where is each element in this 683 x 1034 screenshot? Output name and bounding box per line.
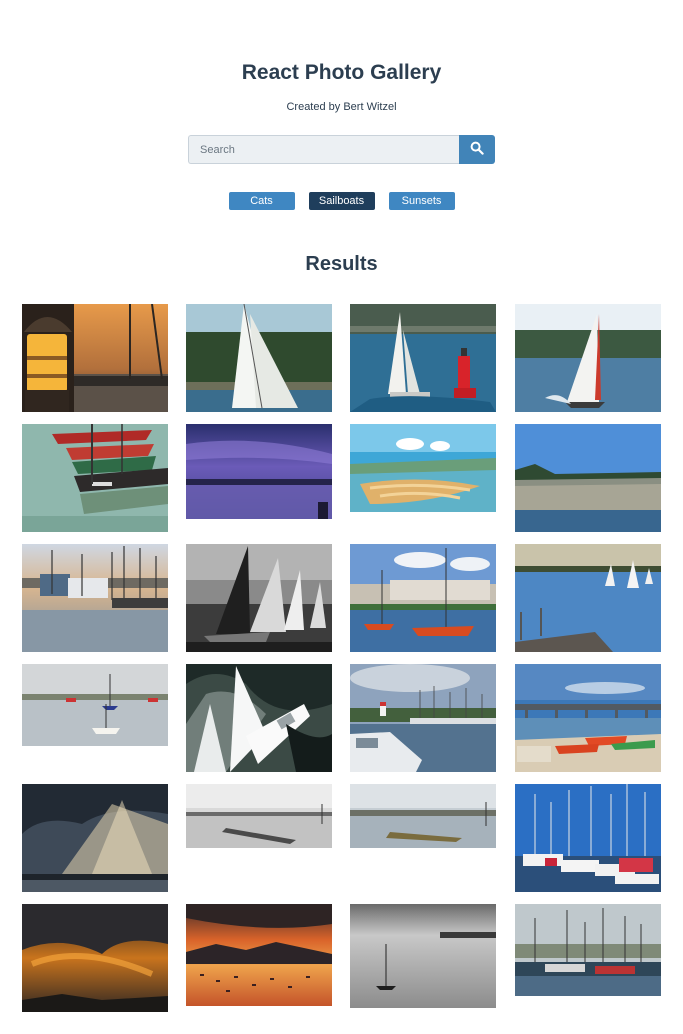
page-subtitle: Created by Bert Witzel — [286, 101, 397, 113]
photo-calm-moorings[interactable] — [22, 664, 168, 746]
photo-orange-cloud-sunset[interactable] — [22, 904, 168, 1012]
photo-bridge-kayaks[interactable] — [515, 664, 661, 772]
search-form — [188, 135, 495, 164]
photo-sailboat-open-water[interactable] — [515, 304, 661, 412]
photo-red-harbor-sunset[interactable] — [186, 904, 332, 1006]
photo-lantern-harbor[interactable] — [22, 304, 168, 412]
photo-harbor-masts[interactable] — [22, 544, 168, 652]
photo-harbor-lighthouse[interactable] — [350, 664, 496, 772]
nav-sunsets-button[interactable]: Sunsets — [388, 192, 455, 210]
photo-purple-sunset-water[interactable] — [186, 424, 332, 519]
nav-cats-button[interactable]: Cats — [228, 192, 295, 210]
search-input[interactable] — [188, 135, 459, 164]
photo-fishing-boats-masts[interactable] — [515, 904, 661, 996]
photo-aerial-sailboat[interactable] — [186, 664, 332, 772]
photo-marina-blue-sky[interactable] — [515, 784, 661, 892]
photo-storm-sunrays[interactable] — [22, 784, 168, 892]
search-button[interactable] — [459, 135, 495, 164]
photo-aerial-beach[interactable] — [350, 424, 496, 512]
photo-gray-pier[interactable] — [186, 784, 332, 848]
photo-colorful-sailboats-city[interactable] — [350, 544, 496, 652]
topic-nav: Cats Sailboats Sunsets — [0, 192, 683, 210]
photo-harbor-morning[interactable] — [350, 784, 496, 848]
photo-bw-lone-sailboat[interactable] — [350, 904, 496, 1008]
photo-low-tide-shore[interactable] — [515, 424, 661, 532]
photo-sailboat-buoy[interactable] — [350, 304, 496, 412]
page-title: React Photo Gallery — [241, 61, 442, 84]
photo-bw-sailboats[interactable] — [186, 544, 332, 652]
photo-white-sailboat-forest[interactable] — [186, 304, 332, 412]
search-icon — [470, 141, 484, 158]
photo-dock-sailboats[interactable] — [515, 544, 661, 652]
nav-sailboats-button[interactable]: Sailboats — [308, 192, 375, 210]
results-title: Results — [305, 253, 378, 275]
photo-moored-boats-green[interactable] — [22, 424, 168, 532]
